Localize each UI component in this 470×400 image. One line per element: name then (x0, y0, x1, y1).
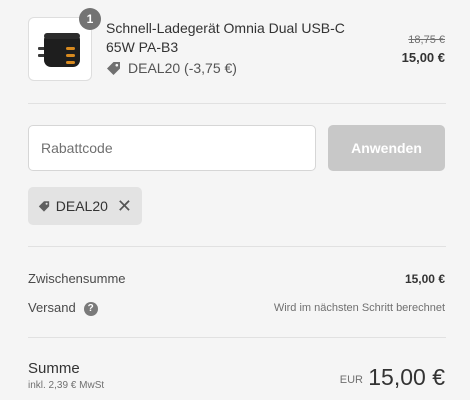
discount-code-input[interactable] (28, 125, 316, 171)
shipping-value: Wird im nächsten Schritt berechnet (273, 302, 445, 314)
total-value: 15,00 € (368, 364, 445, 390)
tag-icon (107, 62, 120, 75)
close-icon[interactable]: ✕ (117, 197, 132, 215)
applied-discount-chip: DEAL20 ✕ (28, 187, 142, 225)
apply-discount-button[interactable]: Anwenden (328, 125, 445, 171)
divider (28, 337, 446, 338)
price-original: 18,75 € (408, 34, 445, 46)
tax-note: inkl. 2,39 € MwSt (28, 380, 105, 391)
price-final: 15,00 € (401, 50, 445, 65)
currency-code: EUR (339, 374, 363, 386)
applied-discount-code: DEAL20 (55, 198, 108, 214)
subtotal-value: 15,00 € (404, 272, 445, 286)
tag-icon (38, 201, 50, 212)
total-label: Summe (28, 360, 80, 377)
help-icon[interactable]: ? (83, 301, 98, 316)
quantity-badge: 1 (79, 8, 101, 30)
charger-icon (38, 33, 80, 67)
divider (28, 103, 446, 104)
shipping-label: Versand (28, 300, 76, 315)
divider (28, 246, 446, 247)
product-title: Schnell-Ladegerät Omnia Dual USB-C 65W P… (106, 20, 345, 55)
product-discount: DEAL20 (-3,75 €) (106, 60, 237, 76)
subtotal-label: Zwischensumme (28, 271, 126, 286)
shipping-row: Versand? (28, 300, 98, 316)
product-discount-label: DEAL20 (-3,75 €) (128, 60, 237, 76)
